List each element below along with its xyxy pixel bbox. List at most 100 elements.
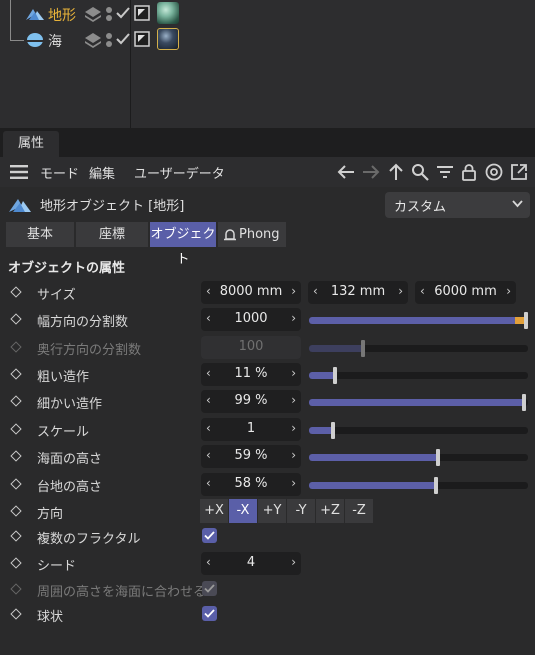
decrement-icon[interactable]: ‹: [206, 393, 211, 407]
plateau-level-field[interactable]: ‹ 58 % ›: [201, 473, 301, 496]
decrement-icon[interactable]: ‹: [206, 555, 211, 569]
keyframe-diamond-icon[interactable]: [10, 608, 22, 620]
param-multifractal: 複数のフラクタル: [0, 523, 535, 550]
decrement-icon[interactable]: ‹: [206, 476, 211, 490]
material-tag-icon[interactable]: [157, 2, 179, 24]
tab-attributes[interactable]: 属性: [3, 131, 59, 157]
decrement-icon[interactable]: ‹: [206, 448, 211, 462]
enabled-check-icon[interactable]: [116, 6, 130, 20]
keyframe-diamond-icon[interactable]: [10, 450, 22, 462]
size-x-field[interactable]: ‹ 8000 mm ›: [201, 281, 301, 304]
increment-icon[interactable]: ›: [291, 421, 296, 435]
sea-level-field[interactable]: ‹ 59 % ›: [201, 445, 301, 468]
lock-icon[interactable]: [460, 163, 478, 181]
phong-tag-icon[interactable]: [134, 31, 150, 47]
increment-icon[interactable]: ›: [291, 311, 296, 325]
sphere-icon: [27, 33, 43, 47]
multifractal-checkbox[interactable]: [202, 528, 217, 543]
filter-icon[interactable]: [436, 163, 454, 181]
new-window-icon[interactable]: [510, 163, 528, 181]
size-z-field[interactable]: ‹ 6000 mm ›: [415, 281, 516, 304]
slider-handle[interactable]: [434, 477, 438, 494]
orientation-plus-y[interactable]: +Y: [258, 499, 286, 523]
terrain-icon: [9, 199, 31, 212]
spherical-checkbox[interactable]: [202, 606, 217, 621]
menu-mode[interactable]: モード: [40, 163, 79, 182]
decrement-icon[interactable]: ‹: [206, 366, 211, 380]
layers-icon[interactable]: [84, 5, 102, 23]
slider-handle[interactable]: [524, 312, 528, 329]
keyframe-diamond-icon[interactable]: [10, 505, 22, 517]
keyframe-diamond-icon[interactable]: [10, 368, 22, 380]
preset-dropdown[interactable]: カスタム: [385, 192, 530, 218]
decrement-icon[interactable]: ‹: [206, 421, 211, 435]
material-tag-icon[interactable]: [157, 28, 179, 50]
decrement-icon[interactable]: ‹: [206, 311, 211, 325]
seed-field[interactable]: ‹ 4 ›: [201, 552, 301, 575]
object-row-sea[interactable]: 海: [0, 27, 535, 53]
slider-handle[interactable]: [522, 394, 526, 411]
object-row-terrain[interactable]: 地形: [0, 1, 535, 27]
param-fine-wrinkle: 細かい造作 ‹ 99 % ›: [0, 388, 535, 415]
orientation-plus-x[interactable]: +X: [200, 499, 228, 523]
keyframe-diamond-icon[interactable]: [10, 557, 22, 569]
slider-handle[interactable]: [333, 367, 337, 384]
tab-coordinates[interactable]: 座標: [76, 222, 148, 247]
keyframe-diamond-icon[interactable]: [10, 313, 22, 325]
menu-edit[interactable]: 編集: [89, 163, 115, 182]
rough-wrinkle-slider[interactable]: [309, 367, 528, 384]
keyframe-diamond-icon[interactable]: [10, 286, 22, 298]
scale-field[interactable]: ‹ 1 ›: [201, 418, 301, 441]
orientation-minus-y[interactable]: -Y: [287, 499, 315, 523]
fine-wrinkle-slider[interactable]: [309, 394, 528, 411]
search-icon[interactable]: [411, 163, 429, 181]
orientation-minus-x[interactable]: -X: [229, 499, 257, 523]
keyframe-diamond-icon[interactable]: [10, 395, 22, 407]
orientation-plus-z[interactable]: +Z: [316, 499, 344, 523]
object-name[interactable]: 地形: [48, 5, 76, 25]
plateau-level-slider[interactable]: [309, 477, 528, 494]
menu-userdata[interactable]: ユーザーデータ: [134, 163, 225, 182]
increment-icon[interactable]: ›: [291, 555, 296, 569]
keyframe-diamond-icon[interactable]: [10, 478, 22, 490]
layers-icon[interactable]: [84, 31, 102, 49]
phong-tag-icon[interactable]: [134, 5, 150, 21]
forward-arrow-icon[interactable]: [362, 163, 380, 181]
increment-icon[interactable]: ›: [291, 366, 296, 380]
back-arrow-icon[interactable]: [337, 163, 355, 181]
decrement-icon[interactable]: ‹: [206, 284, 211, 298]
increment-icon[interactable]: ›: [291, 393, 296, 407]
increment-icon[interactable]: ›: [506, 284, 511, 298]
orientation-minus-z[interactable]: -Z: [345, 499, 373, 523]
increment-icon[interactable]: ›: [398, 284, 403, 298]
rough-wrinkle-field[interactable]: ‹ 11 % ›: [201, 363, 301, 386]
increment-icon[interactable]: ›: [291, 476, 296, 490]
width-segments-field[interactable]: ‹ 1000 ›: [201, 308, 301, 331]
decrement-icon[interactable]: ‹: [313, 284, 318, 298]
target-icon[interactable]: [485, 163, 503, 181]
sea-level-slider[interactable]: [309, 449, 528, 466]
keyframe-diamond-icon[interactable]: [10, 530, 22, 542]
size-y-field[interactable]: ‹ 132 mm ›: [308, 281, 408, 304]
tab-basic[interactable]: 基本: [6, 222, 74, 247]
object-name[interactable]: 海: [48, 31, 62, 51]
decrement-icon[interactable]: ‹: [420, 284, 425, 298]
hamburger-menu-icon[interactable]: [10, 165, 28, 179]
up-arrow-icon[interactable]: [387, 163, 405, 181]
increment-icon[interactable]: ›: [291, 284, 296, 298]
object-manager: 地形 海: [0, 0, 535, 128]
width-segments-slider[interactable]: [309, 312, 528, 329]
tab-phong[interactable]: Phong: [218, 222, 286, 247]
object-title: 地形オブジェクト [地形]: [40, 199, 185, 214]
tab-object[interactable]: オブジェクト: [150, 222, 216, 267]
scale-slider[interactable]: [309, 422, 528, 439]
enabled-check-icon[interactable]: [116, 32, 130, 46]
keyframe-diamond-icon[interactable]: [10, 423, 22, 435]
checkmark-icon: [204, 531, 215, 540]
keyframe-diamond-icon: [10, 341, 22, 353]
slider-handle[interactable]: [436, 449, 440, 466]
fine-wrinkle-field[interactable]: ‹ 99 % ›: [201, 390, 301, 413]
increment-icon[interactable]: ›: [291, 448, 296, 462]
slider-handle[interactable]: [331, 422, 335, 439]
param-seed: シード ‹ 4 ›: [0, 550, 535, 577]
